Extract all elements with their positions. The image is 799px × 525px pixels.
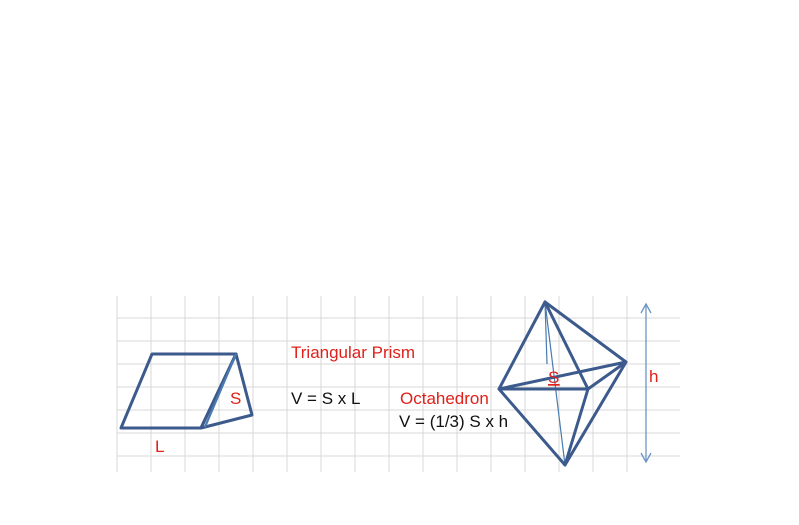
octahedron-formula: V = (1/3) S x h [399, 412, 508, 431]
octahedron [497, 300, 628, 467]
prism-formula: V = S x L [291, 389, 360, 408]
prism-title: Triangular Prism [291, 343, 415, 362]
octahedron-label-s: S [548, 368, 559, 387]
octahedron-title: Octahedron [400, 389, 489, 408]
prism-label-l: L [155, 437, 164, 456]
geometry-figure: Triangular Prism V = S x L S L Octahedro… [116, 296, 680, 472]
octahedron-label-h: h [649, 367, 658, 386]
octahedron-front-faces [497, 300, 590, 467]
octahedron-base [497, 360, 628, 391]
prism-label-s: S [230, 389, 241, 408]
